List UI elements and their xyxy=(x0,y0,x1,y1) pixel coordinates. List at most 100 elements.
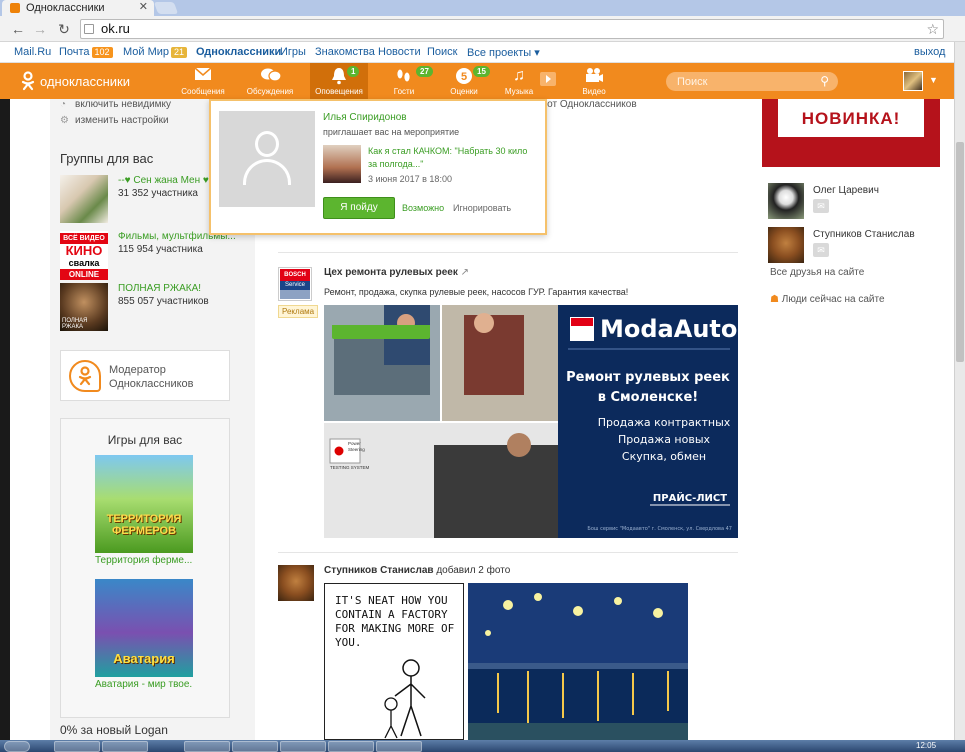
painting-photo[interactable] xyxy=(468,583,688,740)
play-icon xyxy=(538,72,558,90)
game-item[interactable]: Аватария Аватария - мир твое... xyxy=(95,579,193,690)
group-name: ПОЛНАЯ РЖАКА! xyxy=(118,283,202,294)
close-tab-icon[interactable]: ✕ xyxy=(139,0,148,13)
friend-name: Олег Царевич xyxy=(813,185,879,196)
message-icon[interactable]: ✉ xyxy=(813,243,829,257)
portal-exit[interactable]: выход xyxy=(914,46,945,58)
svg-text:Steering: Steering xyxy=(348,447,365,452)
taskbar-app[interactable] xyxy=(376,741,422,752)
nav-discussions[interactable]: Обсуждения xyxy=(244,63,296,99)
ok-logo[interactable]: одноклассники xyxy=(20,71,130,91)
svg-text:ПРАЙС-ЛИСТ: ПРАЙС-ЛИСТ xyxy=(653,491,727,504)
ignore-button[interactable]: Игнорировать xyxy=(453,203,511,213)
ad-title[interactable]: Цех ремонта рулевых реек ↗ xyxy=(324,267,469,278)
search-input[interactable] xyxy=(666,72,806,91)
portal-ok[interactable]: Одноклассники xyxy=(196,46,281,58)
external-link-icon: ↗ xyxy=(460,267,470,278)
partially-hidden-button[interactable] xyxy=(332,325,430,339)
portal-search[interactable]: Поиск xyxy=(427,46,457,58)
portal-games[interactable]: Игры xyxy=(280,46,306,58)
friend-item[interactable]: Олег Царевич ✉ xyxy=(768,183,943,221)
nav-video[interactable]: Видео xyxy=(580,63,608,99)
inviter-avatar-placeholder[interactable] xyxy=(219,111,315,207)
inviter-name[interactable]: Илья Спиридонов xyxy=(323,112,407,123)
group-count: 31 352 участника xyxy=(118,188,198,199)
group-item[interactable]: ПОЛНАЯ РЖАКА ПОЛНАЯ РЖАКА! 855 057 участ… xyxy=(60,283,250,335)
promo-link[interactable]: 0% за новый Logan xyxy=(60,723,168,737)
taskbar-app[interactable] xyxy=(184,741,230,752)
event-date: 3 июня 2017 в 18:00 xyxy=(368,174,452,184)
portal-myworld[interactable]: Мой Мир 21 xyxy=(123,46,188,58)
post-action: добавил 2 фото xyxy=(436,565,511,576)
ok-favicon xyxy=(10,3,20,13)
address-bar[interactable]: ok.ru ☆ xyxy=(80,19,944,39)
event-name[interactable]: Как я стал КАЧКОМ: "Набрать 30 кило за п… xyxy=(368,145,538,171)
ad-banner[interactable]: Power Steering TESTING SYSTEM ModaAuto Р… xyxy=(324,305,738,538)
game-item[interactable]: ТЕРРИТОРИЯ ФЕРМЕРОВ Территория ферме... xyxy=(95,455,193,566)
nav-ratings[interactable]: 5 15 Оценки xyxy=(447,63,490,99)
portal-all-projects[interactable]: Все проекты ▾ xyxy=(467,46,540,59)
taskbar-app[interactable] xyxy=(328,741,374,752)
promo-banner-text: НОВИНКА! xyxy=(778,99,924,137)
maybe-button[interactable]: Возможно xyxy=(402,203,444,213)
nav-messages[interactable]: Сообщения xyxy=(180,63,226,99)
event-invite-popup: Илья Спиридонов приглашает вас на меропр… xyxy=(209,99,547,235)
taskbar-app[interactable] xyxy=(280,741,326,752)
nav-guests[interactable]: 27 Гости xyxy=(386,63,433,99)
game-thumb: ТЕРРИТОРИЯ ФЕРМЕРОВ xyxy=(95,455,193,553)
invisible-mode-link[interactable]: ◔ включить невидимку xyxy=(60,99,171,110)
author-avatar[interactable] xyxy=(278,565,314,601)
people-online-link[interactable]: ☗ Люди сейчас на сайте xyxy=(770,294,885,305)
svg-text:TESTING SYSTEM: TESTING SYSTEM xyxy=(330,465,370,470)
post-author[interactable]: Ступников Станислав xyxy=(324,565,434,576)
ad-logo[interactable]: BOSCH Service xyxy=(278,267,312,301)
moderator-card[interactable]: Модератор Одноклассников xyxy=(60,350,230,401)
all-friends-link[interactable]: Все друзья на сайте xyxy=(770,267,864,278)
user-avatar[interactable] xyxy=(903,71,923,91)
nav-music[interactable]: ♫ Музыка xyxy=(504,63,534,99)
group-item[interactable]: ВСЁ ВИДЕО КИНО свалка ONLINE Фильмы, мул… xyxy=(60,231,250,283)
feed-separator xyxy=(278,552,738,553)
group-thumb xyxy=(60,175,108,223)
browser-tab[interactable]: Одноклассники ✕ xyxy=(2,0,154,16)
taskbar-app[interactable] xyxy=(232,741,278,752)
page-icon xyxy=(84,24,94,34)
portal-mail[interactable]: Почта 102 xyxy=(59,46,113,58)
portal-mailru[interactable]: Mail.Ru xyxy=(14,46,51,58)
reload-icon[interactable]: ↻ xyxy=(54,19,74,39)
chat-icon xyxy=(260,67,282,85)
attend-button[interactable]: Я пойду xyxy=(323,197,395,219)
chevron-down-icon[interactable]: ▼ xyxy=(929,75,938,85)
message-icon[interactable]: ✉ xyxy=(813,199,829,213)
search-icon[interactable]: ⚲ xyxy=(820,74,829,88)
new-tab-button[interactable] xyxy=(153,2,179,14)
portal-dating[interactable]: Знакомства xyxy=(315,46,375,58)
mail-count-badge: 102 xyxy=(91,47,113,58)
page-scrollbar[interactable] xyxy=(954,42,965,740)
bookmark-star-icon[interactable]: ☆ xyxy=(926,20,939,38)
start-button[interactable] xyxy=(4,741,30,752)
settings-link[interactable]: ⚙ изменить настройки xyxy=(60,115,169,126)
taskbar-app[interactable] xyxy=(54,741,100,752)
notifications-count-badge: 1 xyxy=(347,66,360,77)
rating-icon: 5 xyxy=(454,67,474,85)
group-count: 115 954 участника xyxy=(118,244,203,255)
games-block: Игры для вас ТЕРРИТОРИЯ ФЕРМЕРОВ Террито… xyxy=(60,418,230,718)
invite-action: приглашает вас на мероприятие xyxy=(323,127,460,137)
taskbar-app[interactable] xyxy=(102,741,148,752)
back-icon[interactable]: ← xyxy=(8,19,28,39)
browser-toolbar: ← → ↻ ok.ru ☆ xyxy=(0,16,965,42)
friend-item[interactable]: Ступников Станислав ✉ xyxy=(768,227,943,265)
ad-label: Реклама xyxy=(278,305,319,318)
scrollbar-thumb[interactable] xyxy=(956,142,964,362)
comic-photo[interactable]: IT'S NEAT HOW YOU CONTAIN A FACTORY FOR … xyxy=(324,583,464,740)
forward-icon[interactable]: → xyxy=(30,19,50,39)
event-thumb[interactable] xyxy=(323,145,361,183)
site-search: ⚲ xyxy=(666,72,838,91)
nav-notifications[interactable]: 1 Оповещения xyxy=(310,63,368,99)
invisible-icon: ◔ xyxy=(60,99,67,110)
play-video-button[interactable] xyxy=(538,63,558,99)
ratings-count-badge: 15 xyxy=(473,66,490,77)
portal-news[interactable]: Новости xyxy=(378,46,421,58)
promo-banner[interactable]: НОВИНКА! xyxy=(762,99,940,167)
